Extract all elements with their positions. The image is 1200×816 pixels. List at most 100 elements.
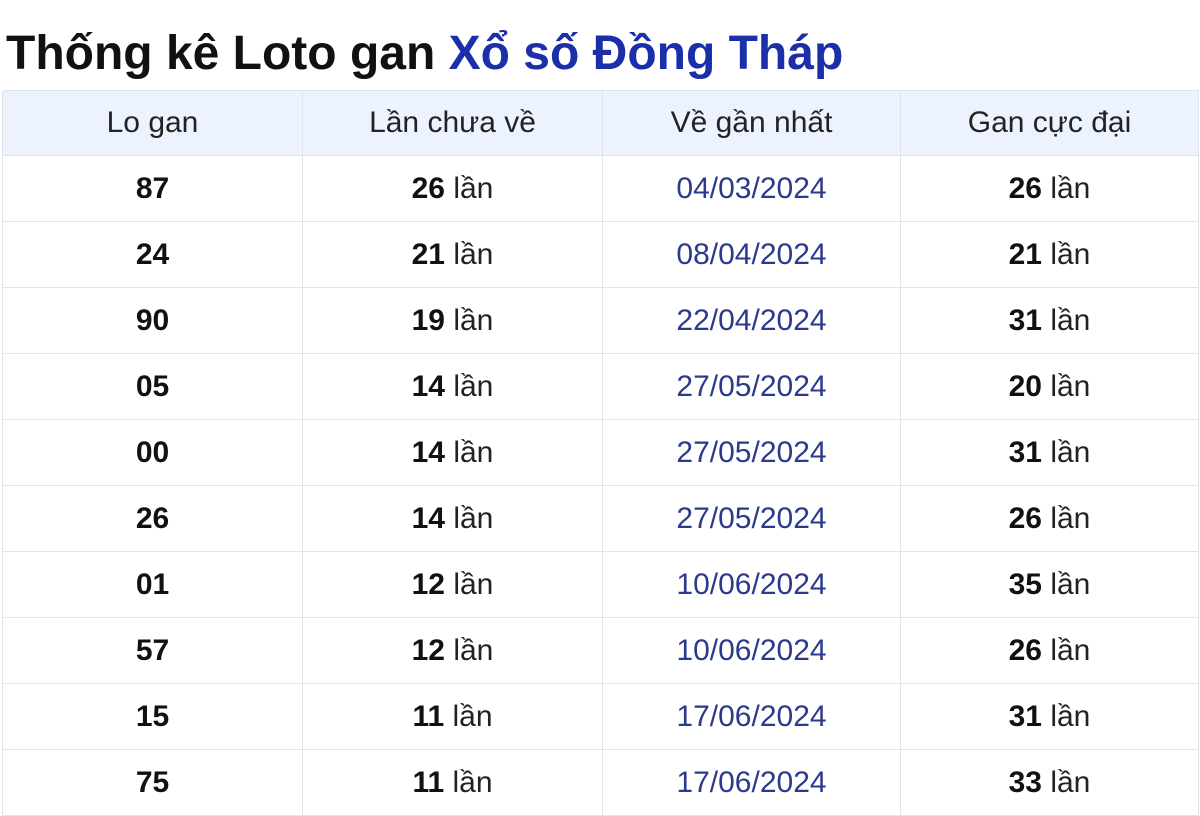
- loto-gan-table: Lo gan Lần chưa về Về gần nhất Gan cực đ…: [2, 90, 1199, 816]
- unit-label: lần: [1050, 435, 1091, 469]
- table-row: 87 26 lần 04/03/2024 26 lần: [2, 155, 1199, 222]
- max-gap: 31 lần: [900, 683, 1199, 750]
- max-gap-value: 26: [1008, 633, 1042, 667]
- lo-number: 90: [2, 287, 303, 354]
- max-gap: 21 lần: [900, 221, 1199, 288]
- last-appeared-date: 27/05/2024: [602, 353, 901, 420]
- header-ve-gan-nhat: Về gần nhất: [602, 90, 901, 156]
- page-title: Thống kê Loto gan Xổ số Đồng Tháp: [6, 24, 843, 84]
- max-gap-value: 20: [1008, 369, 1042, 403]
- unit-label: lần: [453, 303, 494, 337]
- times-not-appeared: 14 lần: [302, 353, 603, 420]
- unit-label: lần: [1050, 369, 1091, 403]
- lo-number: 75: [2, 749, 303, 816]
- unit-label: lần: [1050, 303, 1091, 337]
- last-appeared-date: 22/04/2024: [602, 287, 901, 354]
- times-not-appeared-value: 21: [411, 237, 445, 271]
- times-not-appeared-value: 11: [412, 699, 445, 733]
- max-gap-value: 26: [1008, 171, 1042, 205]
- unit-label: lần: [452, 699, 493, 733]
- max-gap-value: 21: [1008, 237, 1042, 271]
- unit-label: lần: [453, 369, 494, 403]
- max-gap-value: 31: [1008, 435, 1042, 469]
- table-header-row: Lo gan Lần chưa về Về gần nhất Gan cực đ…: [2, 90, 1199, 156]
- times-not-appeared-value: 26: [411, 171, 445, 205]
- unit-label: lần: [1050, 699, 1091, 733]
- title-prefix: Thống kê Loto gan: [6, 27, 436, 80]
- unit-label: lần: [453, 435, 494, 469]
- table-row: 05 14 lần 27/05/2024 20 lần: [2, 353, 1199, 420]
- lo-number: 57: [2, 617, 303, 684]
- last-appeared-date: 17/06/2024: [602, 683, 901, 750]
- loto-gan-table-container: Lo gan Lần chưa về Về gần nhất Gan cực đ…: [2, 90, 1199, 816]
- last-appeared-date: 17/06/2024: [602, 749, 901, 816]
- max-gap-value: 35: [1008, 567, 1042, 601]
- times-not-appeared-value: 19: [411, 303, 445, 337]
- unit-label: lần: [1050, 633, 1091, 667]
- unit-label: lần: [1050, 237, 1091, 271]
- times-not-appeared: 26 lần: [302, 155, 603, 222]
- times-not-appeared: 12 lần: [302, 617, 603, 684]
- max-gap: 31 lần: [900, 287, 1199, 354]
- max-gap: 35 lần: [900, 551, 1199, 618]
- times-not-appeared: 12 lần: [302, 551, 603, 618]
- lo-number: 87: [2, 155, 303, 222]
- times-not-appeared: 21 lần: [302, 221, 603, 288]
- times-not-appeared-value: 14: [411, 369, 445, 403]
- max-gap: 31 lần: [900, 419, 1199, 486]
- table-body: 87 26 lần 04/03/2024 26 lần 24 21 lần 08/04/20…: [2, 155, 1199, 816]
- table-row: 00 14 lần 27/05/2024 31 lần: [2, 419, 1199, 486]
- unit-label: lần: [1050, 501, 1091, 535]
- max-gap: 26 lần: [900, 485, 1199, 552]
- table-row: 90 19 lần 22/04/2024 31 lần: [2, 287, 1199, 354]
- header-lan-chua-ve: Lần chưa về: [302, 90, 603, 156]
- unit-label: lần: [453, 501, 494, 535]
- page: Thống kê Loto gan Xổ số Đồng Tháp Lo gan…: [0, 0, 1200, 816]
- max-gap-value: 31: [1008, 699, 1042, 733]
- times-not-appeared-value: 12: [411, 633, 445, 667]
- table-row: 75 11 lần 17/06/2024 33 lần: [2, 749, 1199, 816]
- max-gap-value: 33: [1008, 765, 1042, 799]
- max-gap-value: 31: [1008, 303, 1042, 337]
- times-not-appeared: 19 lần: [302, 287, 603, 354]
- max-gap: 20 lần: [900, 353, 1199, 420]
- table-row: 24 21 lần 08/04/2024 21 lần: [2, 221, 1199, 288]
- unit-label: lần: [453, 633, 494, 667]
- lo-number: 15: [2, 683, 303, 750]
- max-gap-value: 26: [1008, 501, 1042, 535]
- last-appeared-date: 27/05/2024: [602, 485, 901, 552]
- unit-label: lần: [1050, 567, 1091, 601]
- max-gap: 33 lần: [900, 749, 1199, 816]
- unit-label: lần: [453, 171, 494, 205]
- unit-label: lần: [453, 567, 494, 601]
- times-not-appeared: 11 lần: [302, 749, 603, 816]
- times-not-appeared-value: 11: [412, 765, 445, 799]
- lo-number: 24: [2, 221, 303, 288]
- last-appeared-date: 04/03/2024: [602, 155, 901, 222]
- lo-number: 00: [2, 419, 303, 486]
- lo-number: 01: [2, 551, 303, 618]
- max-gap: 26 lần: [900, 617, 1199, 684]
- times-not-appeared-value: 14: [411, 501, 445, 535]
- table-row: 15 11 lần 17/06/2024 31 lần: [2, 683, 1199, 750]
- times-not-appeared: 11 lần: [302, 683, 603, 750]
- title-lottery-link[interactable]: Xổ số Đồng Tháp: [449, 27, 844, 80]
- times-not-appeared: 14 lần: [302, 485, 603, 552]
- lo-number: 05: [2, 353, 303, 420]
- lo-number: 26: [2, 485, 303, 552]
- unit-label: lần: [1050, 171, 1091, 205]
- last-appeared-date: 10/06/2024: [602, 551, 901, 618]
- header-gan-cuc-dai: Gan cực đại: [900, 90, 1199, 156]
- last-appeared-date: 08/04/2024: [602, 221, 901, 288]
- last-appeared-date: 10/06/2024: [602, 617, 901, 684]
- unit-label: lần: [452, 765, 493, 799]
- times-not-appeared-value: 14: [411, 435, 445, 469]
- table-row: 26 14 lần 27/05/2024 26 lần: [2, 485, 1199, 552]
- times-not-appeared-value: 12: [411, 567, 445, 601]
- last-appeared-date: 27/05/2024: [602, 419, 901, 486]
- unit-label: lần: [1050, 765, 1091, 799]
- table-row: 01 12 lần 10/06/2024 35 lần: [2, 551, 1199, 618]
- times-not-appeared: 14 lần: [302, 419, 603, 486]
- unit-label: lần: [453, 237, 494, 271]
- max-gap: 26 lần: [900, 155, 1199, 222]
